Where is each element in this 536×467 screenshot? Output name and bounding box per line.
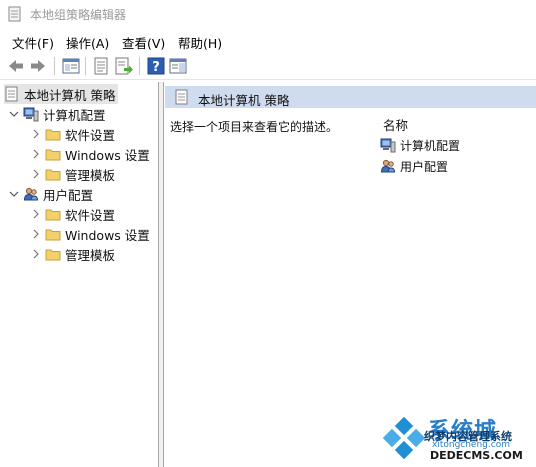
tree-item-label: Windows 设置 bbox=[65, 147, 150, 163]
details-header: 本地计算机 策略 bbox=[165, 86, 536, 108]
menu-file[interactable]: 文件(F) bbox=[12, 33, 54, 52]
chevron-right-icon[interactable] bbox=[30, 128, 42, 140]
details-header-title: 本地计算机 策略 bbox=[198, 93, 290, 108]
forward-arrow-icon[interactable] bbox=[28, 56, 48, 76]
pane-splitter[interactable] bbox=[159, 82, 164, 467]
tree-item-software-settings[interactable]: 软件设置 bbox=[30, 204, 115, 224]
help-icon[interactable]: ? bbox=[146, 56, 166, 76]
list-item-computer-config[interactable]: 计算机配置 bbox=[380, 136, 460, 154]
folder-icon bbox=[45, 229, 61, 241]
tree-item-label: 计算机配置 bbox=[43, 107, 106, 123]
chevron-down-icon[interactable] bbox=[8, 108, 20, 120]
tree-item-label: 软件设置 bbox=[65, 127, 116, 143]
watermark-line3: DEDECMS.COM bbox=[430, 449, 523, 462]
policy-document-icon bbox=[5, 86, 18, 102]
policy-document-icon bbox=[175, 89, 188, 105]
show-hide-tree-icon[interactable] bbox=[61, 56, 81, 76]
back-arrow-icon[interactable] bbox=[6, 56, 26, 76]
svg-text:?: ? bbox=[152, 60, 160, 75]
description-text: 选择一个项目来查看它的描述。 bbox=[170, 120, 339, 134]
folder-icon bbox=[45, 129, 61, 141]
tree-item-label: 管理模板 bbox=[65, 247, 116, 263]
tree-item-admin-templates[interactable]: 管理模板 bbox=[30, 164, 115, 184]
title-bar: 本地组策略编辑器 bbox=[0, 0, 536, 28]
tree-item-computer-config[interactable]: 计算机配置 bbox=[8, 104, 106, 124]
users-icon bbox=[23, 187, 39, 201]
export-list-icon[interactable] bbox=[114, 56, 134, 76]
toolbar-separator bbox=[85, 57, 86, 75]
menu-action[interactable]: 操作(A) bbox=[66, 33, 109, 52]
tree-item-label: Windows 设置 bbox=[65, 227, 150, 243]
menu-help[interactable]: 帮助(H) bbox=[178, 33, 222, 52]
chevron-right-icon[interactable] bbox=[30, 148, 42, 160]
window-title: 本地组策略编辑器 bbox=[30, 8, 127, 22]
chevron-right-icon[interactable] bbox=[30, 228, 42, 240]
tree-item-local-computer-policy[interactable]: 本地计算机 策略 bbox=[4, 84, 119, 104]
column-header-name[interactable]: 名称 bbox=[383, 115, 408, 134]
list-item-label: 计算机配置 bbox=[400, 138, 461, 153]
tree-item-windows-settings[interactable]: Windows 设置 bbox=[30, 144, 150, 164]
tree-item-label: 管理模板 bbox=[65, 167, 116, 183]
folder-icon bbox=[45, 209, 61, 221]
policy-document-icon bbox=[8, 6, 21, 22]
menu-bar: 文件(F) 操作(A) 查看(V) 帮助(H) bbox=[0, 30, 536, 52]
tree-item-label: 本地计算机 策略 bbox=[24, 87, 116, 103]
folder-icon bbox=[45, 149, 61, 161]
chevron-down-icon[interactable] bbox=[8, 188, 20, 200]
users-icon bbox=[380, 159, 396, 173]
list-item-user-config[interactable]: 用户配置 bbox=[380, 157, 448, 175]
toolbar-separator bbox=[139, 57, 140, 75]
list-item-label: 用户配置 bbox=[400, 159, 449, 174]
chevron-right-icon[interactable] bbox=[30, 248, 42, 260]
computer-icon bbox=[380, 138, 396, 153]
tree-item-software-settings[interactable]: 软件设置 bbox=[30, 124, 115, 144]
tree-item-windows-settings[interactable]: Windows 设置 bbox=[30, 224, 150, 244]
show-action-pane-icon[interactable] bbox=[168, 56, 188, 76]
chevron-right-icon[interactable] bbox=[30, 208, 42, 220]
folder-icon bbox=[45, 169, 61, 181]
toolbar-separator bbox=[54, 57, 55, 75]
tree-item-label: 用户配置 bbox=[43, 187, 94, 203]
tree-pane: 本地计算机 策略 计算机配置 软件设置 Windows 设置 管理模板 用户配置… bbox=[0, 82, 159, 467]
properties-icon[interactable] bbox=[91, 56, 111, 76]
folder-icon bbox=[45, 249, 61, 261]
tree-item-label: 软件设置 bbox=[65, 207, 116, 223]
toolbar: ? bbox=[0, 53, 536, 80]
tree-item-user-config[interactable]: 用户配置 bbox=[8, 184, 93, 204]
chevron-right-icon[interactable] bbox=[30, 168, 42, 180]
computer-icon bbox=[23, 107, 39, 122]
menu-view[interactable]: 查看(V) bbox=[122, 33, 165, 52]
tree-item-admin-templates[interactable]: 管理模板 bbox=[30, 244, 115, 264]
